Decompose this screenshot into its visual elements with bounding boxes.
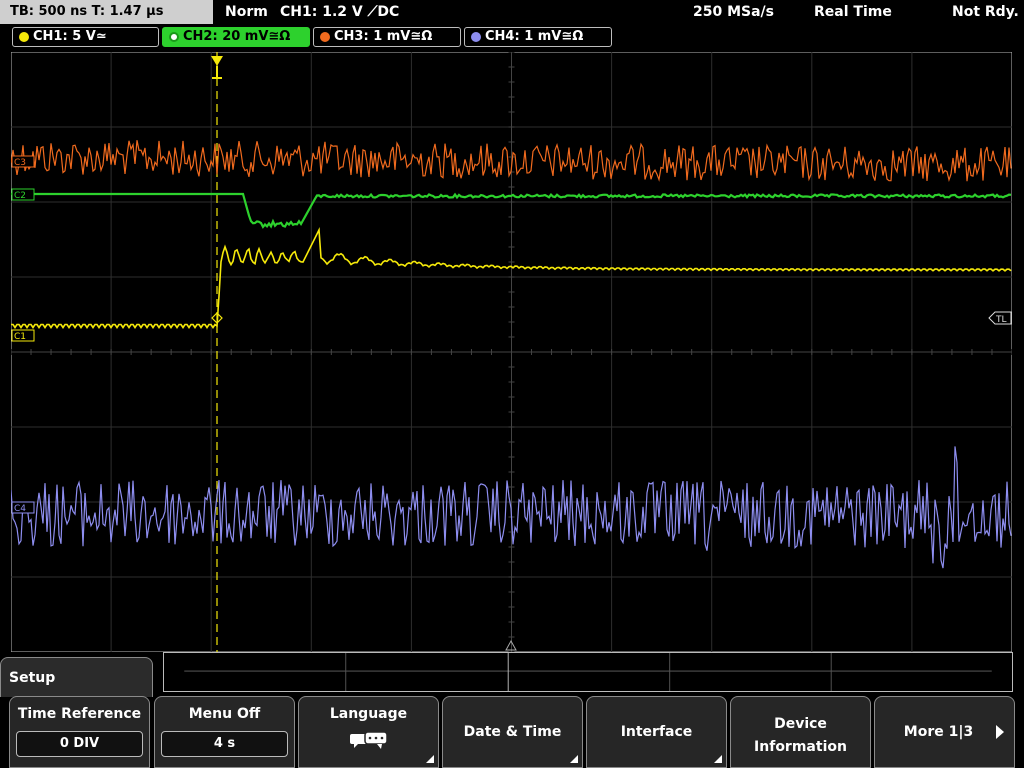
- submenu-indicator-icon: [714, 755, 722, 763]
- trigger-status: Not Rdy.: [952, 4, 1019, 20]
- acquisition-mode: Real Time: [814, 4, 892, 20]
- time-reference-value: 0 DIV: [16, 731, 143, 757]
- menu-off-label: Menu Off: [188, 706, 261, 722]
- time-reference-softkey[interactable]: Time Reference 0 DIV: [9, 696, 150, 768]
- menu-off-value: 4 s: [161, 731, 288, 757]
- more-softkey[interactable]: More 1|3: [874, 696, 1015, 768]
- timebase-readout[interactable]: TB: 500 ns T: 1.47 µs: [0, 0, 213, 24]
- date-time-label: Date & Time: [463, 724, 562, 740]
- time-reference-label: Time Reference: [17, 706, 142, 722]
- language-softkey[interactable]: Language: [298, 696, 439, 768]
- ch1-offset-marker[interactable]: C1: [11, 329, 35, 342]
- interface-softkey[interactable]: Interface: [586, 696, 727, 768]
- device-information-softkey[interactable]: Device Information: [730, 696, 871, 768]
- ch2-color-dot: [169, 32, 179, 42]
- language-label: Language: [329, 706, 408, 722]
- ch4-label: CH4: 1 mV≅Ω: [485, 29, 584, 44]
- tab-ch1[interactable]: CH1: 5 V≃: [12, 27, 159, 47]
- zoom-overview-strip[interactable]: [163, 652, 1013, 692]
- device-information-line2: Information: [754, 739, 847, 755]
- tab-ch4[interactable]: CH4: 1 mV≅Ω: [464, 27, 612, 47]
- tab-ch3[interactable]: CH3: 1 mV≅Ω: [313, 27, 461, 47]
- svg-text:C4: C4: [14, 504, 26, 514]
- ch4-offset-marker[interactable]: C4: [11, 501, 35, 514]
- sample-rate: 250 MSa/s: [693, 4, 775, 20]
- ch3-label: CH3: 1 mV≅Ω: [334, 29, 433, 44]
- status-bar: TB: 500 ns T: 1.47 µs Norm CH1: 1.2 V ⟋D…: [0, 0, 1024, 25]
- menu-off-softkey[interactable]: Menu Off 4 s: [154, 696, 295, 768]
- trigger-readout: CH1: 1.2 V ⟋DC: [280, 4, 400, 20]
- ch2-offset-marker[interactable]: C2: [11, 188, 35, 201]
- submenu-indicator-icon: [426, 755, 434, 763]
- waveform-display[interactable]: C3 C2 C1 C4 TL: [11, 52, 1012, 652]
- ch3-offset-marker[interactable]: C3: [11, 155, 35, 168]
- ch3-color-dot: [320, 32, 330, 42]
- ch1-label: CH1: 5 V≃: [33, 29, 107, 44]
- svg-text:C2: C2: [14, 191, 26, 201]
- speech-bubbles-icon: [350, 731, 388, 749]
- submenu-indicator-icon: [570, 755, 578, 763]
- ch4-color-dot: [471, 32, 481, 42]
- ch2-label: CH2: 20 mV≅Ω: [183, 29, 291, 44]
- ch1-color-dot: [19, 32, 29, 42]
- trigger-mode: Norm: [225, 4, 268, 20]
- svg-text:C1: C1: [14, 332, 26, 342]
- menu-title: Setup: [0, 657, 153, 697]
- date-time-softkey[interactable]: Date & Time: [442, 696, 583, 768]
- svg-text:TL: TL: [995, 315, 1007, 325]
- interface-label: Interface: [620, 724, 693, 740]
- tab-ch2[interactable]: CH2: 20 mV≅Ω: [162, 27, 310, 47]
- device-information-line1: Device: [774, 716, 827, 732]
- more-label: More 1|3: [903, 724, 974, 740]
- device-information-label: Device Information: [731, 713, 870, 759]
- arrow-right-icon: [996, 725, 1004, 739]
- svg-text:C3: C3: [14, 158, 26, 168]
